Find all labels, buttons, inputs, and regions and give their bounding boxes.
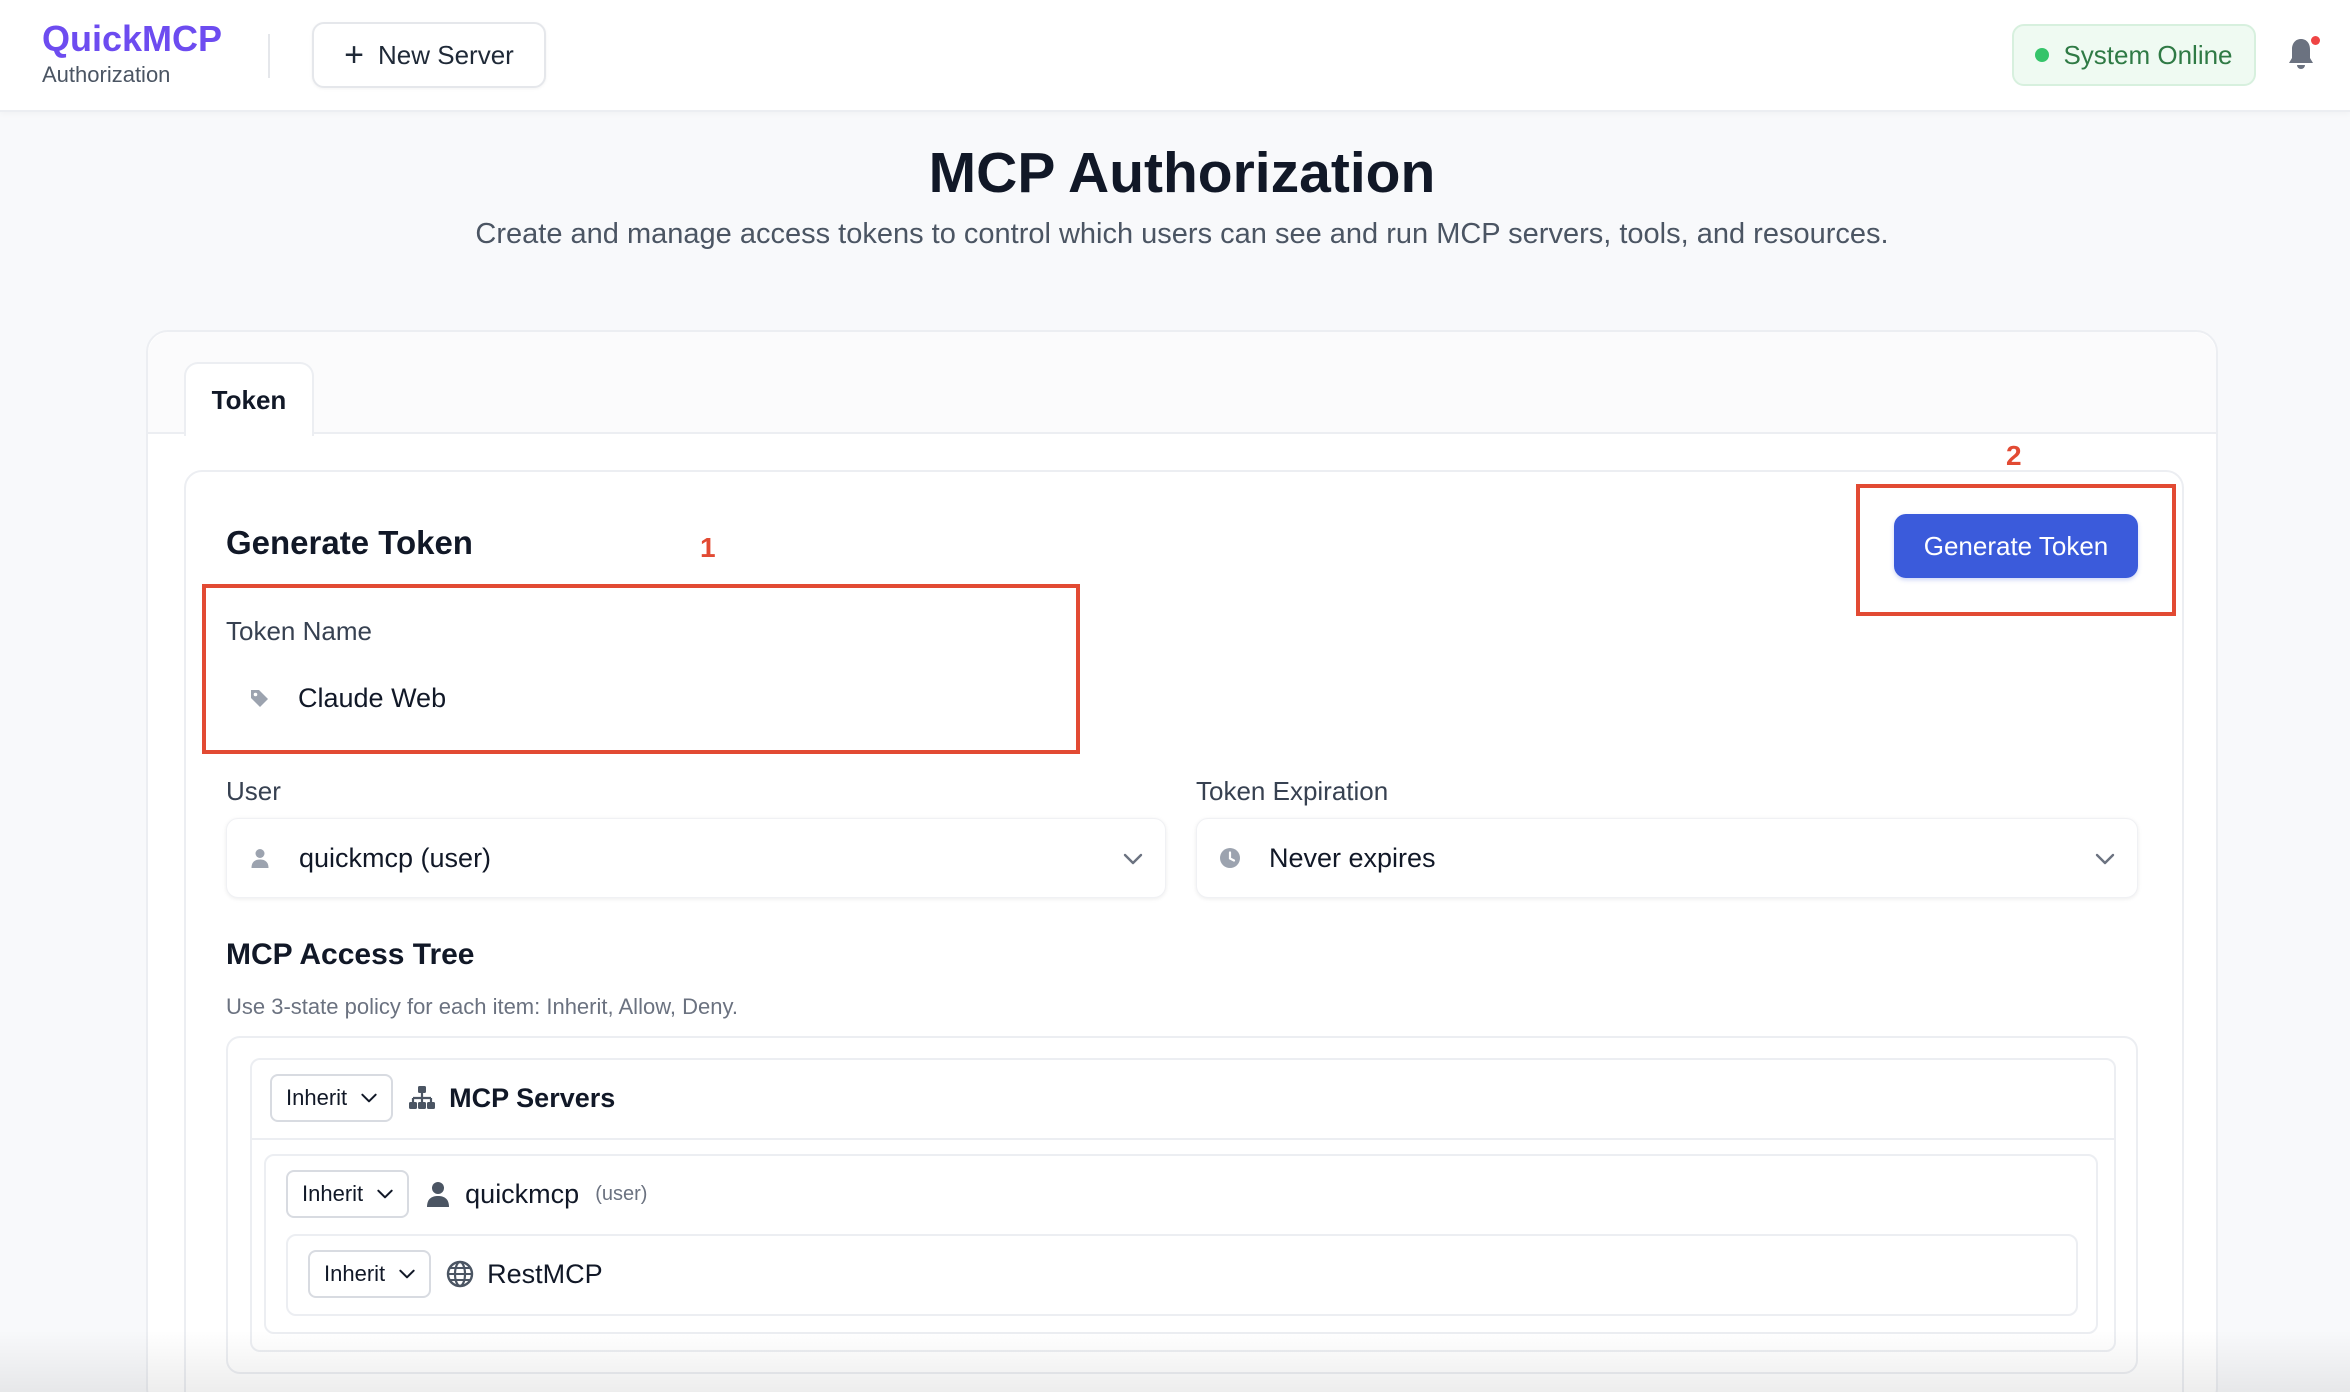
annotation-number: 2 (2006, 440, 2022, 471)
brand[interactable]: QuickMCP Authorization (42, 18, 222, 90)
tree-divider (250, 1138, 2116, 1140)
status-label: System Online (2063, 39, 2233, 70)
policy-select[interactable]: Inherit (308, 1250, 432, 1298)
brand-name: QuickMCP (42, 18, 223, 59)
user-icon (251, 849, 269, 868)
new-server-label: New Server (378, 39, 514, 70)
tree-node-label: MCP Servers (449, 1082, 616, 1113)
tab-token[interactable]: Token (184, 362, 314, 436)
policy-select-value: Inherit (286, 1085, 348, 1110)
notification-dot-icon (2311, 36, 2320, 45)
token-expiration-select[interactable]: Never expires (1196, 818, 2138, 898)
page-title: MCP Authorization (928, 141, 1436, 205)
tree-node-tag: (user) (595, 1182, 648, 1205)
tab-strip: Token (148, 332, 2216, 436)
plus-icon: + (344, 36, 365, 74)
tree-node-label: quickmcp (465, 1178, 580, 1209)
policy-select[interactable]: Inherit (286, 1170, 410, 1218)
user-select[interactable]: quickmcp (user) (226, 818, 1166, 898)
token-expiration-label: Token Expiration (1196, 776, 1389, 806)
access-tree-hint: Use 3-state policy for each item: Inheri… (226, 994, 738, 1019)
globe-icon (446, 1260, 474, 1288)
user-select-value: quickmcp (user) (299, 842, 492, 873)
notifications-bell-icon[interactable] (2286, 36, 2320, 76)
tree-node-label: RestMCP (487, 1258, 603, 1289)
status-dot-icon (2035, 48, 2050, 62)
header-divider (268, 34, 270, 78)
user-icon (427, 1182, 450, 1207)
annotation-box-token-name (202, 584, 1080, 754)
sitemap-icon (409, 1086, 436, 1109)
policy-select[interactable]: Inherit (270, 1074, 394, 1122)
clock-icon (1220, 848, 1240, 868)
chevron-down-icon (2095, 853, 2115, 865)
chevron-down-icon (361, 1093, 377, 1103)
new-server-button[interactable]: + New Server (312, 22, 546, 88)
brand-section: Authorization (42, 62, 171, 87)
system-status-badge: System Online (2012, 24, 2256, 86)
annotation-box-generate-button (1856, 484, 2176, 616)
tree-row-quickmcp: Inherit quickmcp (user) (286, 1170, 647, 1218)
token-expiration-value: Never expires (1269, 842, 1436, 873)
top-header: QuickMCP Authorization + New Server Syst… (0, 0, 2350, 112)
chevron-down-icon (399, 1269, 415, 1279)
tree-row-mcp-servers: Inherit MCP Servers (270, 1074, 615, 1122)
policy-select-value: Inherit (302, 1181, 364, 1206)
user-label: User (226, 776, 281, 806)
generate-token-title: Generate Token (226, 524, 473, 561)
access-tree-title: MCP Access Tree (226, 938, 475, 971)
tree-row-restmcp: Inherit RestMCP (308, 1250, 603, 1298)
policy-select-value: Inherit (324, 1261, 386, 1286)
chevron-down-icon (1123, 853, 1143, 865)
annotation-number: 1 (700, 532, 716, 563)
chevron-down-icon (377, 1189, 393, 1199)
page-subtitle: Create and manage access tokens to contr… (475, 218, 1889, 250)
